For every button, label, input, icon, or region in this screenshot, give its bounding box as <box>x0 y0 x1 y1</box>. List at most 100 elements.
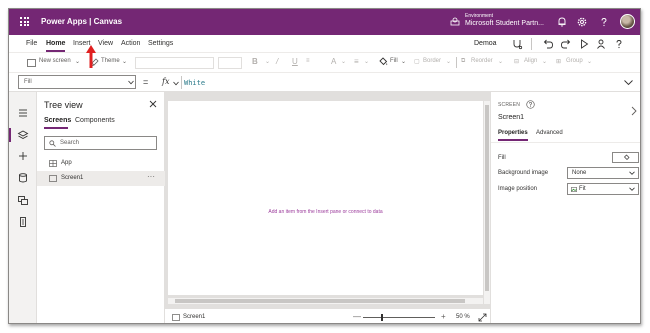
left-rail <box>9 92 37 323</box>
undo-icon[interactable] <box>542 38 554 50</box>
fill-chevron-icon[interactable]: ⌄ <box>401 58 406 65</box>
text-align-button[interactable]: ≡ <box>354 57 359 66</box>
close-icon[interactable] <box>148 99 158 109</box>
layers-icon[interactable] <box>17 129 29 141</box>
redo-icon[interactable] <box>560 38 572 50</box>
border-icon: ▢ <box>414 59 420 65</box>
bold-button[interactable]: B <box>252 57 258 66</box>
tree-item-app[interactable]: App <box>37 156 165 171</box>
add-icon[interactable] <box>17 150 29 162</box>
menu-separator <box>531 38 532 50</box>
active-tab-indicator <box>44 127 68 129</box>
tab-screens[interactable]: Screens <box>44 117 71 124</box>
active-tab-indicator <box>498 139 528 141</box>
background-image-label: Background image <box>498 170 549 176</box>
user-icon[interactable] <box>595 38 607 50</box>
search-icon <box>49 140 56 147</box>
app-name[interactable]: Demoa <box>474 40 497 47</box>
screen-icon <box>49 175 57 182</box>
font-dropdown[interactable] <box>135 57 214 69</box>
menu-action[interactable]: Action <box>121 40 140 47</box>
group-button[interactable]: Group <box>566 58 583 64</box>
strike-button[interactable]: ≡ <box>306 58 310 64</box>
font-color-button[interactable]: A <box>331 57 336 66</box>
tab-properties[interactable]: Properties <box>498 130 528 136</box>
screen-canvas[interactable]: Add an item from the Insert pane or conn… <box>168 101 483 295</box>
help-icon[interactable] <box>526 100 535 109</box>
new-screen-icon <box>27 59 36 67</box>
tab-advanced[interactable]: Advanced <box>536 130 563 136</box>
horizontal-scrollbar[interactable] <box>168 298 483 304</box>
media-icon[interactable] <box>17 194 29 206</box>
align-button[interactable]: Align <box>524 58 537 64</box>
border-button[interactable]: Border <box>423 58 441 64</box>
reorder-button[interactable]: Reorder <box>471 58 493 64</box>
environment-icon[interactable] <box>450 17 460 27</box>
theme-button[interactable]: Theme <box>101 58 120 64</box>
text-align-chevron-icon[interactable]: ⌄ <box>364 58 369 65</box>
play-icon[interactable] <box>578 38 590 50</box>
zoom-slider-thumb[interactable] <box>381 314 383 321</box>
chevron-down-icon[interactable] <box>173 81 179 86</box>
formula-separator <box>181 76 182 89</box>
app-window: Power Apps | Canvas Environment Microsof… <box>8 8 641 324</box>
menu-settings[interactable]: Settings <box>148 40 173 47</box>
zoom-out-button[interactable]: — <box>353 312 361 321</box>
fill-color-picker[interactable] <box>612 152 639 163</box>
property-dropdown[interactable] <box>18 75 136 89</box>
bold-chevron-icon[interactable]: ⌄ <box>265 58 270 65</box>
zoom-slider[interactable] <box>363 317 435 318</box>
italic-button[interactable]: / <box>276 57 278 66</box>
tree-view-title: Tree view <box>44 100 83 110</box>
formula-input[interactable] <box>184 76 614 89</box>
tab-components[interactable]: Components <box>75 117 115 124</box>
zoom-level: 50 % <box>456 314 470 320</box>
canvas-hint[interactable]: Add an item from the Insert pane or conn… <box>168 209 483 215</box>
expand-formula-icon[interactable] <box>623 77 634 88</box>
zoom-in-button[interactable]: + <box>441 312 446 321</box>
more-options-button[interactable]: ··· <box>147 172 155 181</box>
fit-to-window-icon[interactable] <box>478 313 487 322</box>
theme-chevron-icon[interactable]: ⌄ <box>122 58 127 65</box>
align-chevron-icon[interactable]: ⌄ <box>542 58 547 65</box>
chevron-right-icon[interactable] <box>630 106 638 116</box>
new-screen-button[interactable]: New screen <box>39 58 71 64</box>
font-color-chevron-icon[interactable]: ⌄ <box>341 58 346 65</box>
environment-label: Environment <box>465 13 494 19</box>
underline-button[interactable]: U <box>292 57 298 66</box>
hamburger-icon[interactable] <box>17 107 29 119</box>
gear-icon[interactable] <box>576 16 588 28</box>
tools-icon[interactable] <box>17 216 29 228</box>
font-size-input[interactable] <box>218 57 242 69</box>
help-icon[interactable] <box>613 38 625 50</box>
tree-search-placeholder: Search <box>60 140 80 146</box>
menu-file[interactable]: File <box>26 40 37 47</box>
selected-control-name[interactable]: Screen1 <box>498 114 524 121</box>
fill-button[interactable]: Fill <box>390 58 398 64</box>
reorder-chevron-icon[interactable]: ⌄ <box>498 58 503 65</box>
horizontal-scroll-thumb[interactable] <box>175 299 465 303</box>
menu-home[interactable]: Home <box>46 40 65 47</box>
fx-button[interactable]: fx <box>162 77 169 86</box>
data-icon[interactable] <box>17 172 29 184</box>
menu-view[interactable]: View <box>98 40 113 47</box>
app-launcher-icon[interactable] <box>20 17 29 26</box>
app-title: Power Apps | Canvas <box>41 17 123 26</box>
vertical-scroll-thumb[interactable] <box>485 105 489 291</box>
screen-icon <box>172 314 180 321</box>
tree-item-screen1[interactable]: Screen1 ··· <box>37 171 165 186</box>
border-chevron-icon[interactable]: ⌄ <box>446 58 451 65</box>
current-screen-label[interactable]: Screen1 <box>183 314 205 320</box>
app-checker-icon[interactable] <box>511 38 523 50</box>
fill-bucket-icon <box>379 57 388 66</box>
bell-icon[interactable] <box>556 16 568 28</box>
group-chevron-icon[interactable]: ⌄ <box>587 58 592 65</box>
environment-name[interactable]: Microsoft Student Partn... <box>465 20 544 27</box>
ribbon-toolbar: New screen ⌄ Theme ⌄ B ⌄ / U ≡ A ⌄ ≡ ⌄ F… <box>9 53 640 73</box>
help-icon[interactable] <box>598 16 610 28</box>
new-screen-chevron-icon[interactable]: ⌄ <box>75 58 80 65</box>
background-image-dropdown[interactable]: None <box>567 167 639 179</box>
image-position-dropdown[interactable]: Fit <box>567 183 639 195</box>
chevron-down-icon[interactable] <box>128 80 134 85</box>
user-avatar[interactable] <box>620 14 635 29</box>
